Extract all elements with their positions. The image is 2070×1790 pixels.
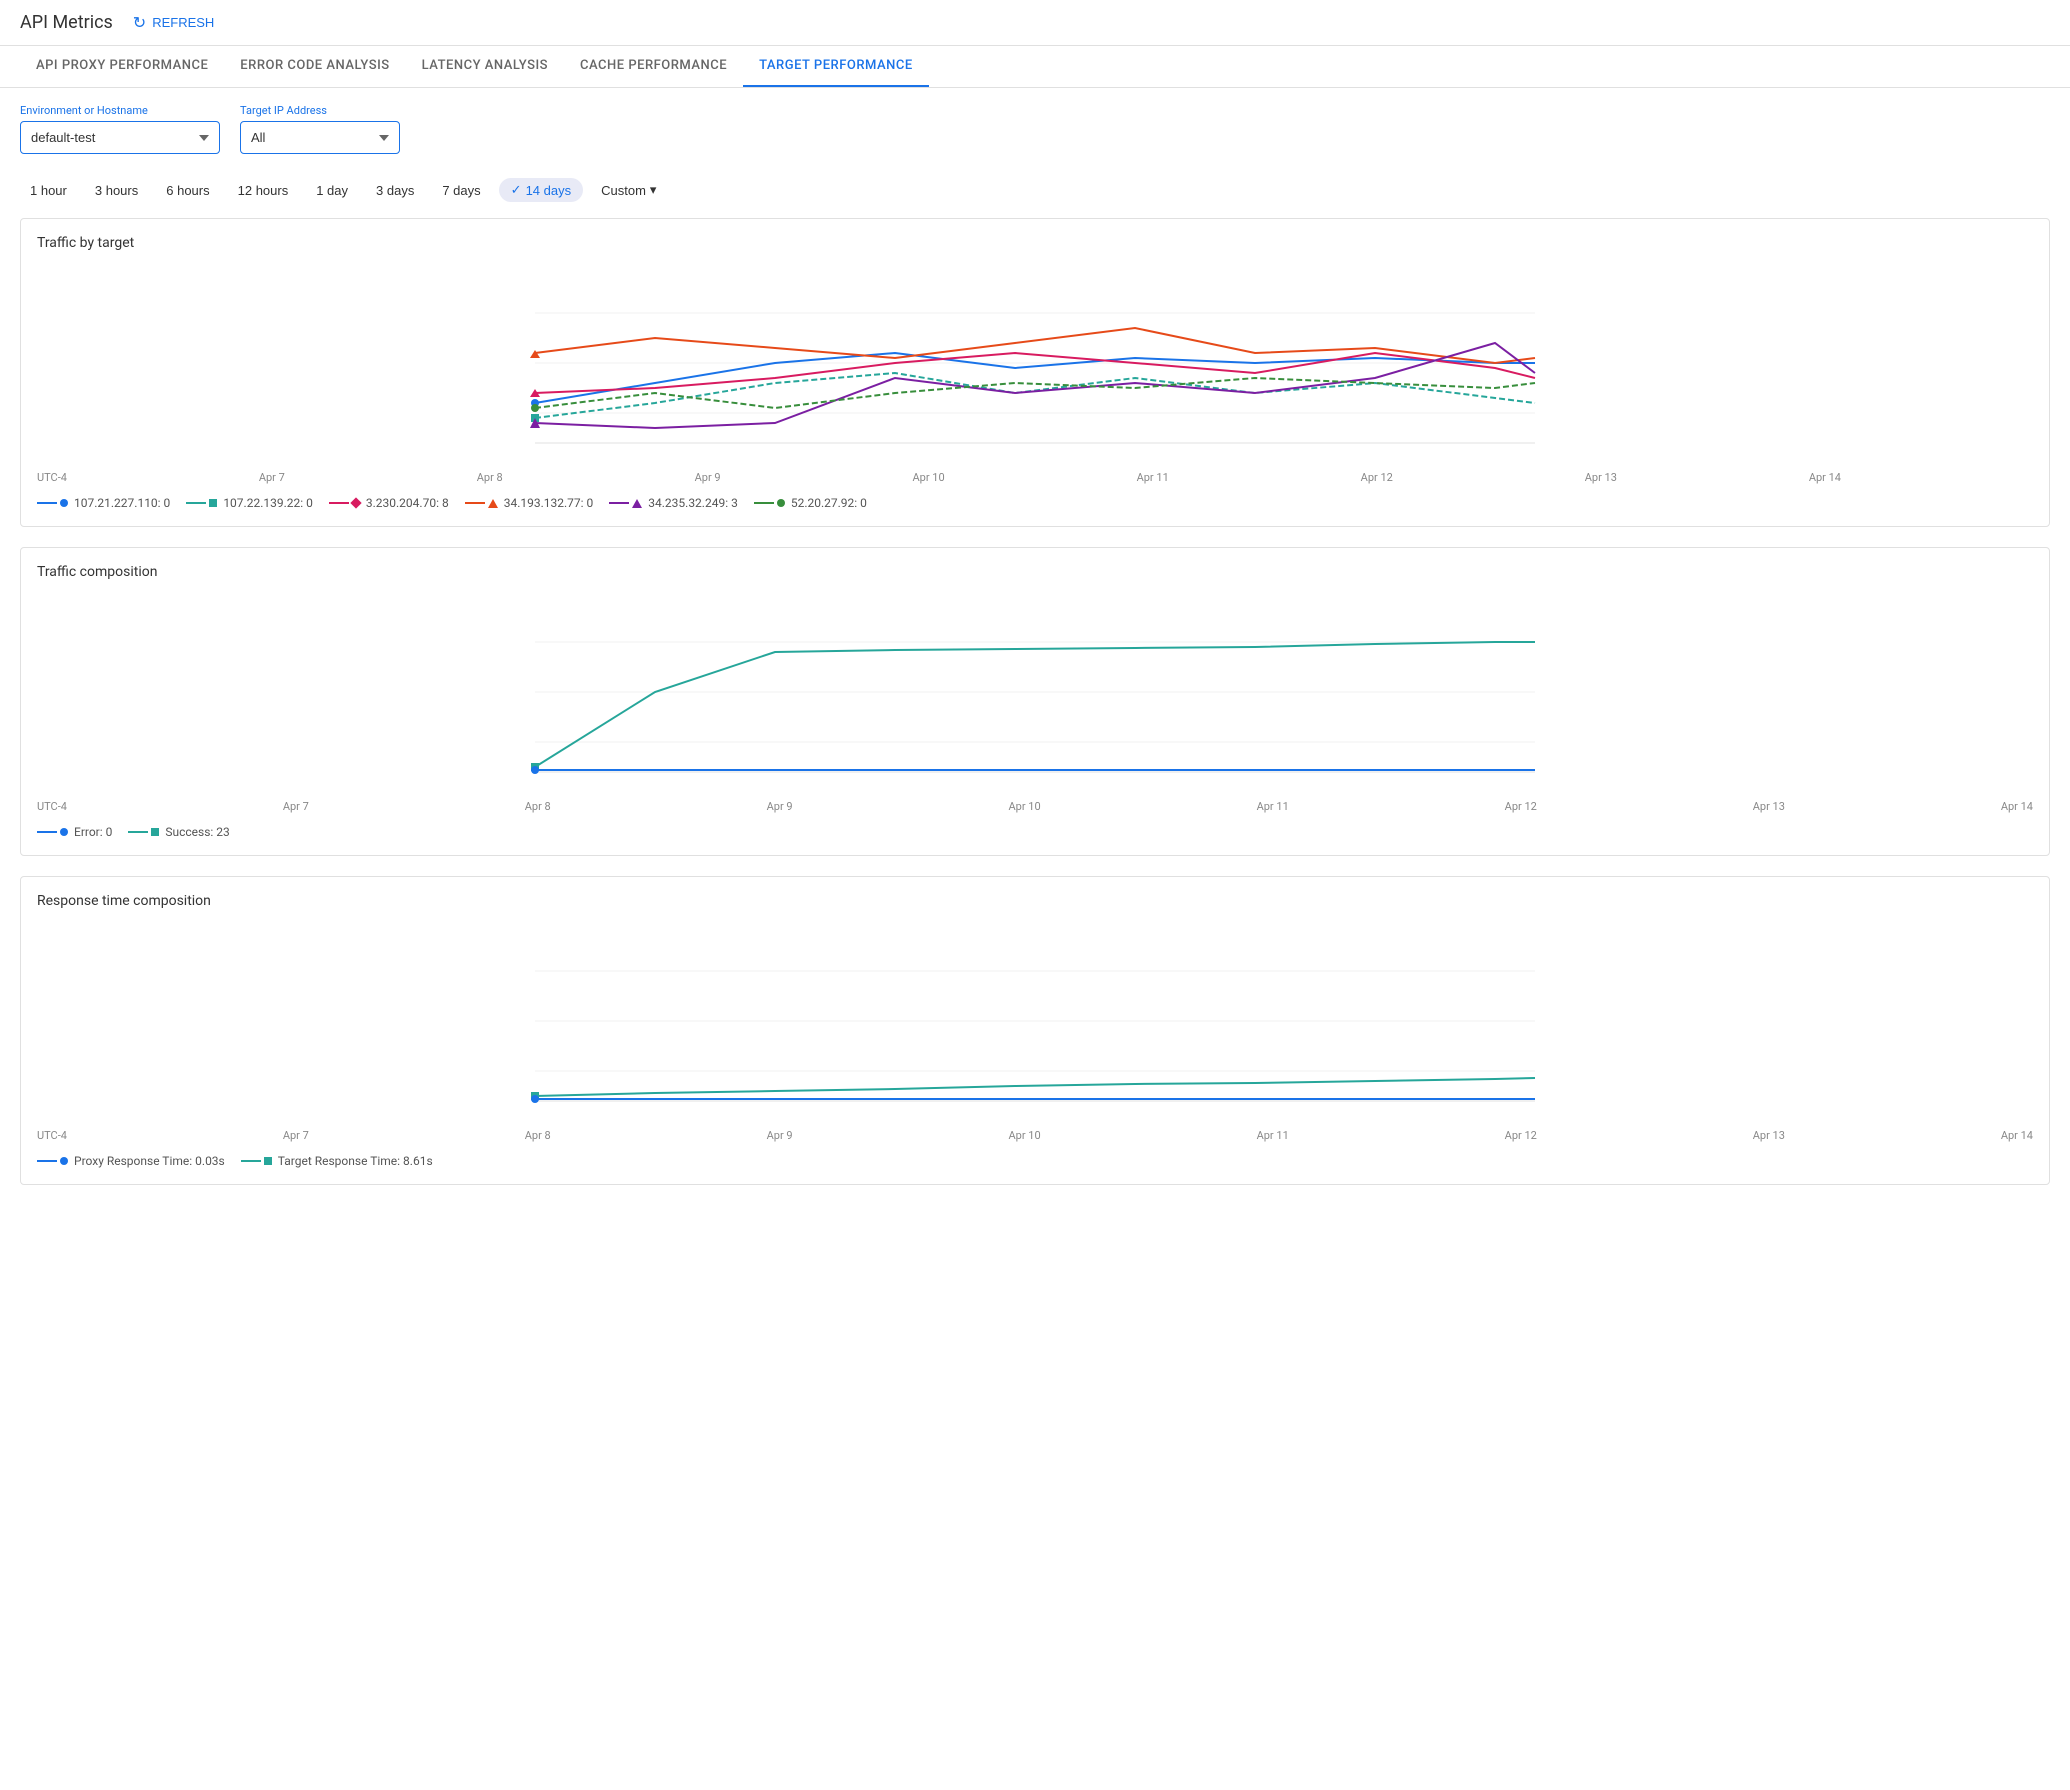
time-btn-3h[interactable]: 3 hours xyxy=(85,179,148,202)
environment-label: Environment or Hostname xyxy=(20,104,220,117)
chart2-title: Traffic composition xyxy=(37,564,2033,580)
chart1-svg xyxy=(37,263,2033,463)
time-btn-6h[interactable]: 6 hours xyxy=(156,179,219,202)
traffic-composition-chart: Traffic composition UTC-4 Apr 7 Apr 8 Ap… xyxy=(20,547,2050,856)
tab-error-code[interactable]: ERROR CODE ANALYSIS xyxy=(224,46,405,87)
tab-cache[interactable]: CACHE PERFORMANCE xyxy=(564,46,743,87)
refresh-button[interactable]: ↻ REFRESH xyxy=(133,13,215,33)
environment-filter: Environment or Hostname default-test xyxy=(20,104,220,154)
time-btn-3d[interactable]: 3 days xyxy=(366,179,424,202)
tab-target[interactable]: TARGET PERFORMANCE xyxy=(743,46,929,87)
legend-target-response: Target Response Time: 8.61s xyxy=(241,1154,433,1168)
chart2-area xyxy=(37,592,2033,796)
legend-item-6: 52.20.27.92: 0 xyxy=(754,496,867,510)
target-ip-label: Target IP Address xyxy=(240,104,400,117)
chart1-title: Traffic by target xyxy=(37,235,2033,251)
environment-select[interactable]: default-test xyxy=(20,121,220,154)
chart1-x-axis: UTC-4 Apr 7 Apr 8 Apr 9 Apr 10 Apr 11 Ap… xyxy=(37,471,2033,488)
legend-item-5: 34.235.32.249: 3 xyxy=(609,496,738,510)
chart1-area xyxy=(37,263,2033,467)
time-btn-12h[interactable]: 12 hours xyxy=(228,179,299,202)
chart3-area xyxy=(37,921,2033,1125)
time-btn-14d[interactable]: ✓ 14 days xyxy=(499,178,583,202)
legend-item-4: 34.193.132.77: 0 xyxy=(465,496,594,510)
chart2-svg xyxy=(37,592,2033,792)
legend-proxy-response: Proxy Response Time: 0.03s xyxy=(37,1154,225,1168)
legend-item-3: 3.230.204.70: 8 xyxy=(329,496,449,510)
time-btn-7d[interactable]: 7 days xyxy=(432,179,490,202)
page-title: API Metrics xyxy=(20,12,113,33)
chart2-legend: Error: 0 Success: 23 xyxy=(37,825,2033,839)
time-btn-custom[interactable]: Custom ▾ xyxy=(591,178,666,202)
tabs-bar: API PROXY PERFORMANCE ERROR CODE ANALYSI… xyxy=(0,46,2070,88)
response-time-chart: Response time composition UTC-4 Apr 7 Ap… xyxy=(20,876,2050,1185)
chart1-legend: 107.21.227.110: 0 107.22.139.22: 0 3.230… xyxy=(37,496,2033,510)
chart3-legend: Proxy Response Time: 0.03s Target Respon… xyxy=(37,1154,2033,1168)
header: API Metrics ↻ REFRESH xyxy=(0,0,2070,46)
legend-error: Error: 0 xyxy=(37,825,112,839)
refresh-label: REFRESH xyxy=(152,15,214,30)
tab-latency[interactable]: LATENCY ANALYSIS xyxy=(406,46,564,87)
legend-item-1: 107.21.227.110: 0 xyxy=(37,496,170,510)
legend-success: Success: 23 xyxy=(128,825,229,839)
checkmark-icon: ✓ xyxy=(511,182,522,198)
refresh-icon: ↻ xyxy=(133,13,146,33)
chevron-down-icon: ▾ xyxy=(650,182,657,198)
tab-api-proxy[interactable]: API PROXY PERFORMANCE xyxy=(20,46,224,87)
legend-item-2: 107.22.139.22: 0 xyxy=(186,496,313,510)
filters-bar: Environment or Hostname default-test Tar… xyxy=(0,88,2070,170)
target-ip-filter: Target IP Address All xyxy=(240,104,400,154)
chart3-svg xyxy=(37,921,2033,1121)
chart2-x-axis: UTC-4 Apr 7 Apr 8 Apr 9 Apr 10 Apr 11 Ap… xyxy=(37,800,2033,817)
time-btn-1d[interactable]: 1 day xyxy=(306,179,358,202)
target-ip-select[interactable]: All xyxy=(240,121,400,154)
time-btn-1h[interactable]: 1 hour xyxy=(20,179,77,202)
time-range-bar: 1 hour 3 hours 6 hours 12 hours 1 day 3 … xyxy=(0,170,2070,218)
traffic-by-target-chart: Traffic by target xyxy=(20,218,2050,527)
chart3-x-axis: UTC-4 Apr 7 Apr 8 Apr 9 Apr 10 Apr 11 Ap… xyxy=(37,1129,2033,1146)
chart3-title: Response time composition xyxy=(37,893,2033,909)
